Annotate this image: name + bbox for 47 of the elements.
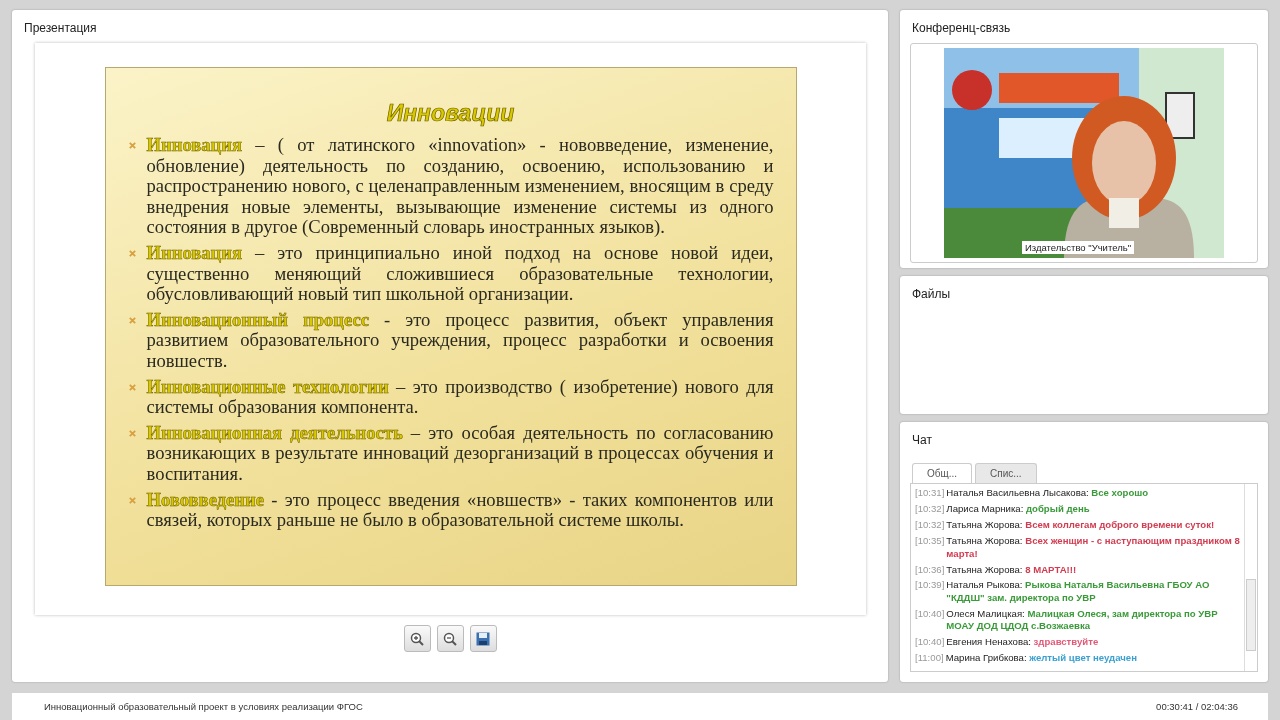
message-time: [10:32] (915, 519, 945, 532)
bullet-icon (127, 141, 137, 150)
slide-heading: Инновации (385, 99, 516, 128)
panel-title: Файлы (911, 286, 952, 304)
message-time: [10:32] (915, 503, 945, 516)
chat-message: Татьяна Жорова: Всех женщин - с наступающим праздником 8 марта! (946, 535, 1240, 561)
chat-message: Олеся Малицкая: Малицкая Олеся, зам директора по УВР МОАУ ДОД ЦДОД с.Возжаевка (946, 607, 1219, 633)
bullet-icon (127, 495, 137, 505)
zoom-in-button[interactable] (403, 625, 431, 652)
slide-paragraph: Инновация – ( от латинского «innovation» - нововведение, изменение, обновление) деятельность по созданию, освоению, использованию и распространению нового, с целенаправленным изменением, вносящим в среду внедрения новые элементы, вызывающие изменение системы из одного состояния в другое (Современный словарь иностранных языков). (146, 135, 774, 238)
slide-paragraph: Инновационные технологии – это производство ( изобретение) нового для системы образования компонента. (146, 376, 774, 418)
video-caption: Издательство "Учитель" (1022, 241, 1134, 254)
panel-title: Презентация (23, 20, 98, 37)
zoom-in-icon (409, 630, 425, 647)
message-time: [10:31] (915, 487, 945, 500)
save-icon (475, 630, 491, 647)
message-time: [10:35] (915, 535, 945, 549)
scrollbar[interactable] (1244, 484, 1257, 671)
bullet-icon (127, 315, 137, 325)
chat-tab[interactable]: Общ... (912, 463, 973, 484)
message-time: [10:36] (915, 563, 945, 577)
message-time: [11:00] (915, 652, 944, 665)
playback-time: 00:30:41 / 02:04:36 (1156, 701, 1238, 714)
slide-paragraph: Инновация – это принципиально иной подход на основе новой идеи, существенно меняющий сложившиеся образовательные технологии, обусловливающий новый тип школьной организации. (146, 242, 774, 305)
message-time: [10:39] (915, 579, 945, 593)
zoom-out-button[interactable] (436, 625, 464, 652)
slide-paragraph: Нововведение - это процесс введения «новшеств» - таких компонентов или связей, которых раньше не было в образовательной системе школы. (146, 489, 774, 531)
chat-message: Евгения Ненахова: здравствуйте (946, 636, 1099, 649)
bullet-icon (127, 382, 137, 392)
chat-message: Татьяна Жорова: 8 МАРТА!!! (946, 563, 1077, 577)
panel-title: Чат (911, 432, 933, 450)
chat-message: Наталья Рыкова: Рыкова Наталья Васильевна ГБОУ АО "КДДШ" зам. директора по УВР (946, 579, 1211, 605)
save-button[interactable] (469, 625, 497, 652)
bullet-icon (127, 428, 137, 438)
slide-paragraph: Инновационный процесс - это процесс развития, объект управления развитием образовательного учреждения, процесс разработки и освоения новшеств. (146, 309, 774, 372)
webinar-title: Инновационный образовательный проект в условиях реализации ФГОС (44, 701, 363, 714)
zoom-out-icon (442, 630, 458, 647)
message-time: [10:40] (915, 636, 945, 649)
chat-message: Татьяна Жорова: Всем коллегам доброго времени суток! (946, 519, 1215, 532)
panel-title: Конференц-связь (911, 20, 1012, 37)
chat-message: Наталья Васильевна Лысакова: Все хорошо (946, 487, 1149, 500)
message-time: [10:40] (915, 607, 945, 621)
slide-paragraph: Инновационная деятельность – это особая деятельность по согласованию возникающих в результате инноваций дезорганизаций в процессах обучения и воспитания. (146, 422, 774, 485)
chat-message: Марина Грибкова: желтый цвет неудачен (945, 652, 1137, 665)
bullet-icon (127, 248, 137, 258)
chat-tab[interactable]: Спис... (975, 463, 1037, 484)
chat-message: Лариса Марника: добрый день (946, 503, 1090, 516)
